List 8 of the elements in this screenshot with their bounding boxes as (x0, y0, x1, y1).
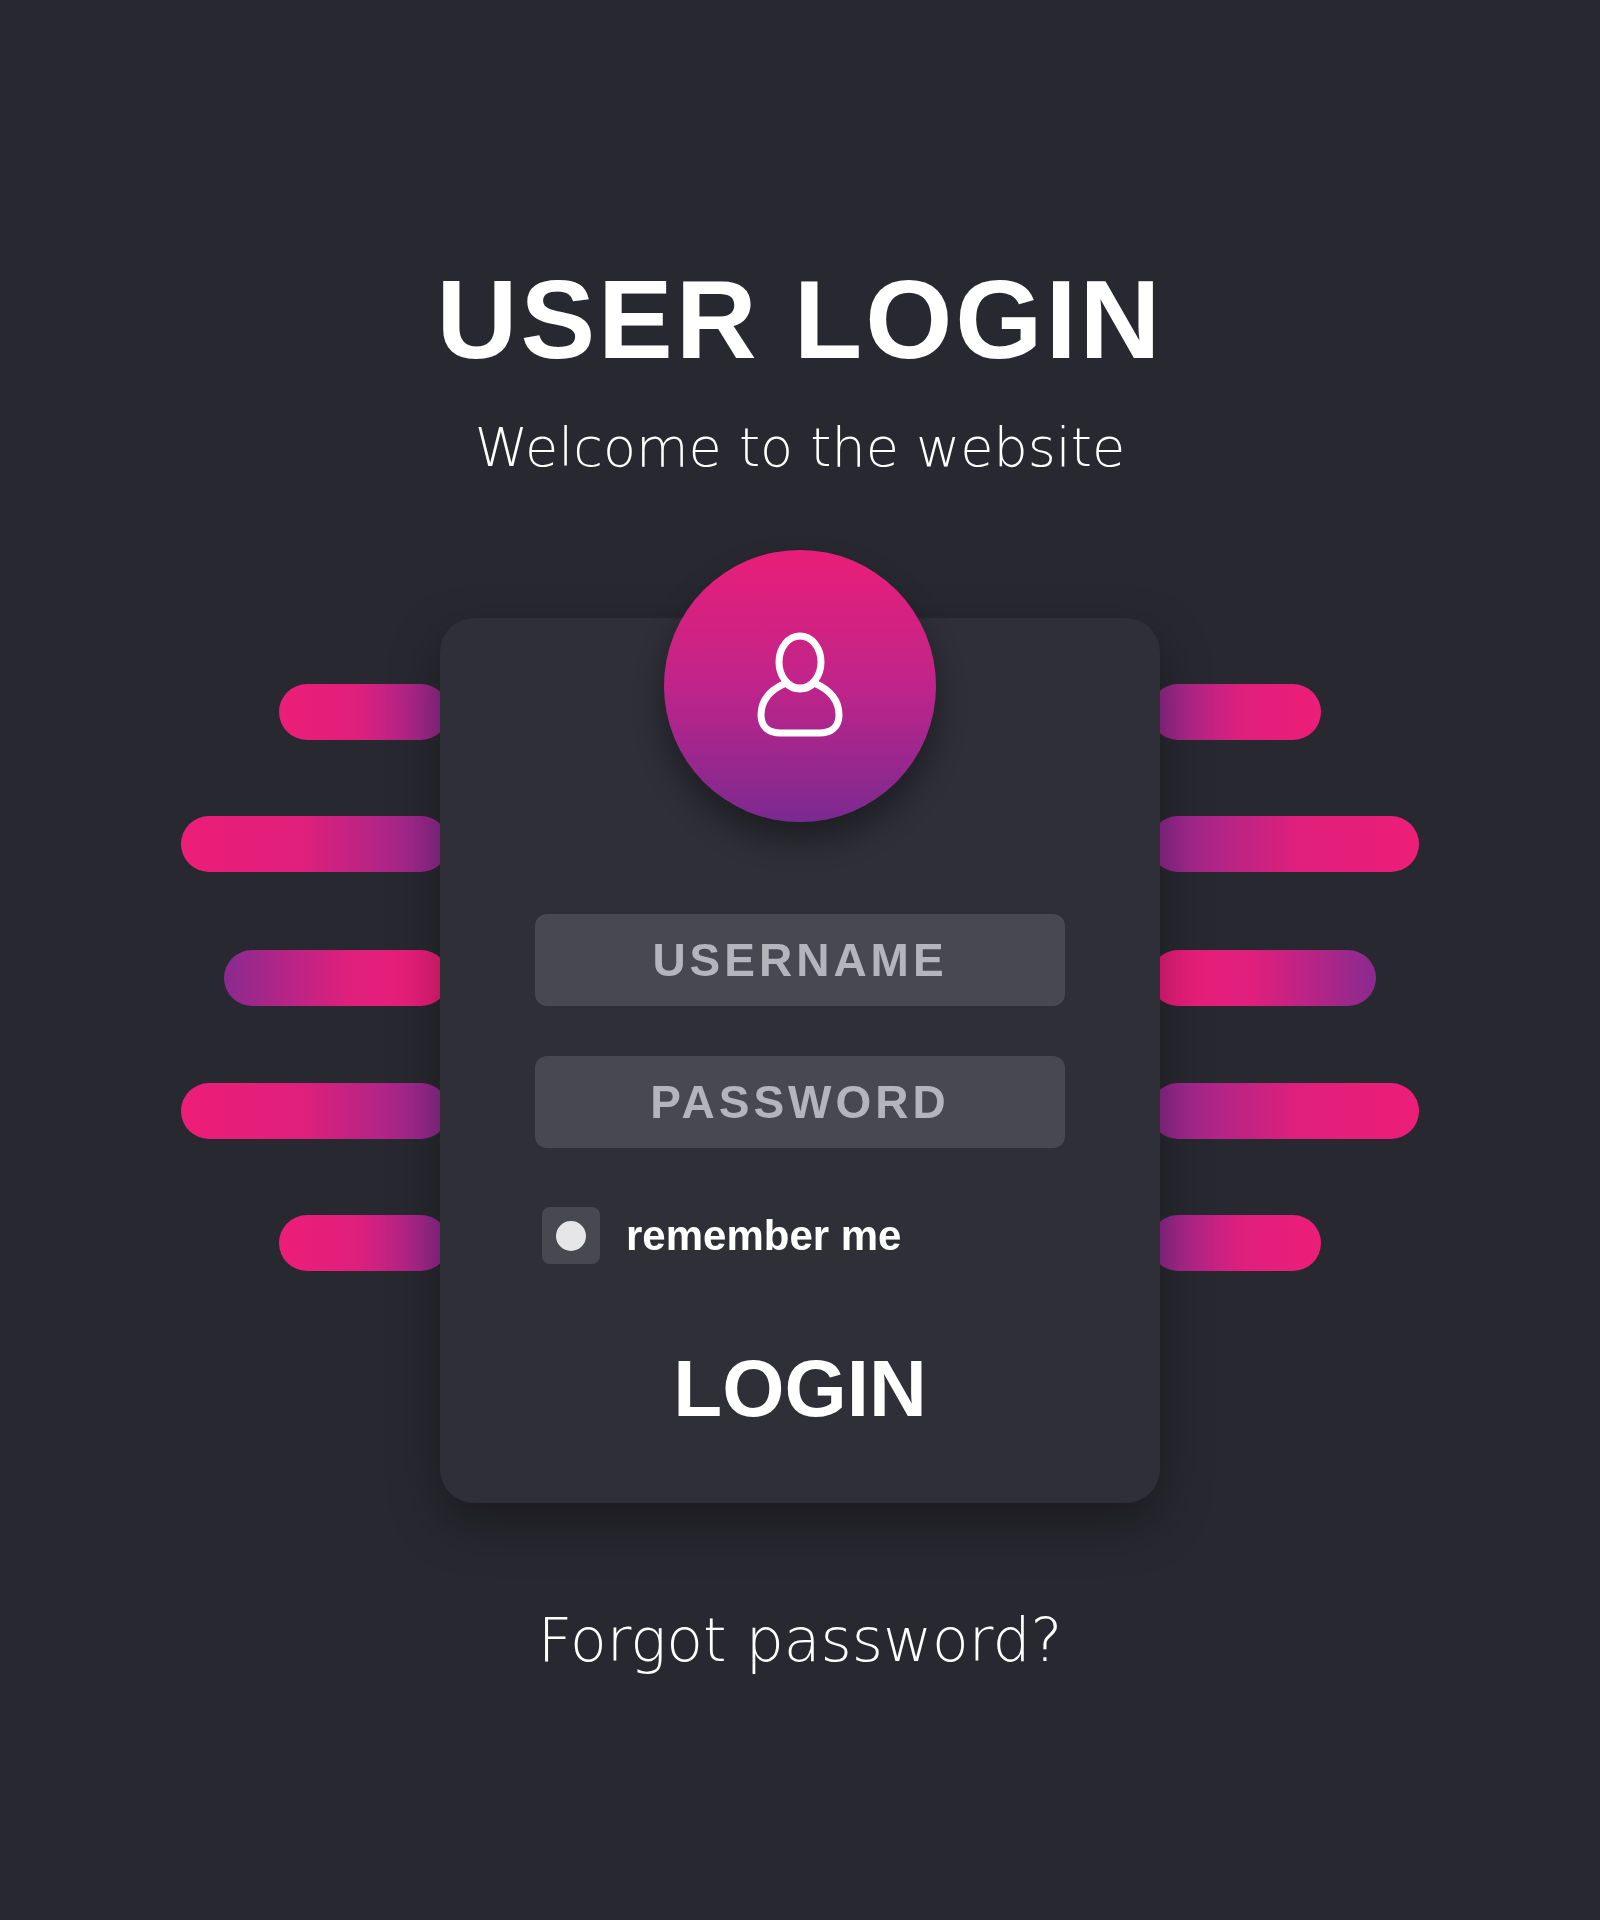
forgot-password-link[interactable]: Forgot password? (537, 1600, 1063, 1680)
welcome-subtitle: Welcome to the website (474, 415, 1126, 481)
login-button[interactable]: LOGIN (663, 1344, 937, 1434)
password-field[interactable]: PASSWORD (535, 1056, 1065, 1148)
remember-label: remember me (626, 1211, 902, 1260)
username-field[interactable]: USERNAME (535, 914, 1065, 1006)
page-title: USER LOGIN (436, 256, 1164, 384)
remember-checkbox[interactable] (542, 1207, 600, 1264)
